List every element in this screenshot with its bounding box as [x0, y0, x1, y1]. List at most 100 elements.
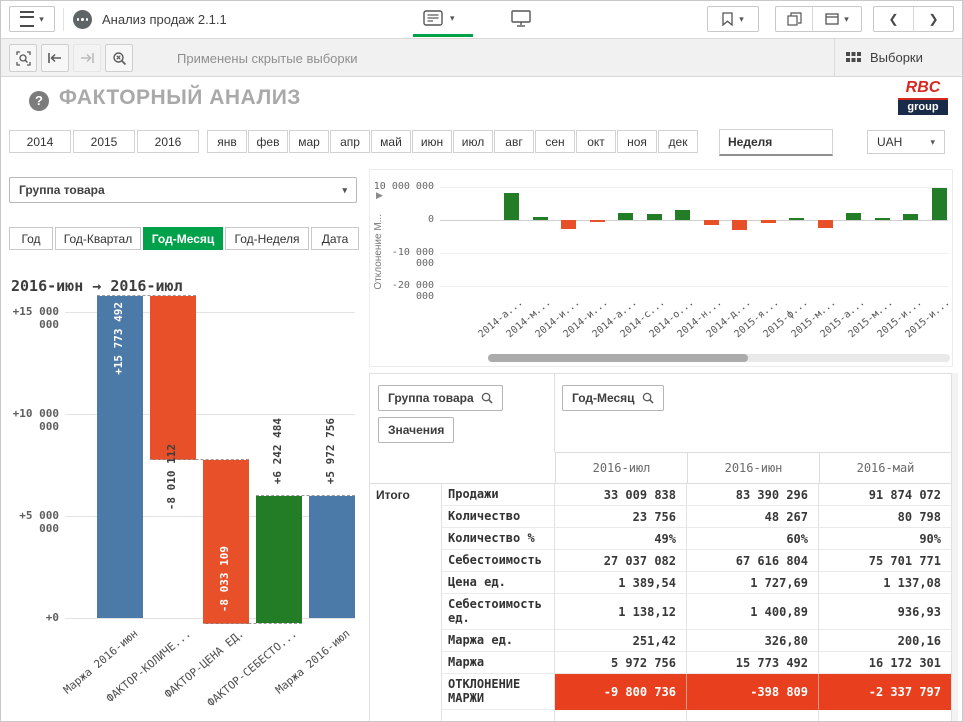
value-cell[interactable]: 1 400,89	[687, 594, 819, 630]
value-cell[interactable]: 33 009 838	[555, 484, 687, 506]
tab-дата[interactable]: Дата	[311, 227, 359, 250]
month-button[interactable]: фев	[248, 130, 288, 153]
step-forward-button[interactable]	[73, 44, 101, 72]
deviation-bar[interactable]	[675, 210, 690, 220]
value-cell[interactable]: 1 138,12	[555, 594, 687, 630]
column-header-cell[interactable]: 2016-июн	[687, 452, 819, 483]
menu-button[interactable]: ▾	[9, 6, 55, 32]
month-button[interactable]: апр	[330, 130, 370, 153]
waterfall-bar[interactable]	[309, 496, 355, 618]
value-cell[interactable]: 27 037 082	[555, 550, 687, 572]
presentation-button[interactable]	[511, 10, 531, 27]
month-button[interactable]: мар	[289, 130, 329, 153]
month-button[interactable]: авг	[494, 130, 534, 153]
year-button[interactable]: 2016	[137, 130, 199, 153]
chart-scrollbar-thumb[interactable]	[488, 354, 748, 362]
waterfall-bar[interactable]	[150, 296, 196, 459]
value-cell[interactable]	[555, 710, 687, 722]
product-group-dropdown[interactable]: Группа товара ▾	[9, 177, 357, 203]
clear-selections-button[interactable]	[105, 44, 133, 72]
value-cell[interactable]: 15 773 492	[687, 652, 819, 674]
value-cell[interactable]: 936,93	[819, 594, 951, 630]
measure-name-cell[interactable]: Цена ед.	[442, 572, 555, 594]
sheet-selector-button[interactable]: ▾	[423, 10, 455, 26]
next-sheet-button[interactable]: ❯	[913, 7, 953, 31]
tab-год-месяц[interactable]: Год-Месяц	[143, 227, 223, 250]
value-cell[interactable]: 90%	[819, 528, 951, 550]
measure-name-cell[interactable]: Себестоимость ед.	[442, 594, 555, 630]
window-options-button[interactable]: ▾	[812, 7, 861, 31]
waterfall-bar[interactable]	[256, 496, 302, 623]
value-cell[interactable]: -398 809	[687, 674, 819, 710]
value-cell[interactable]: 16 172 301	[819, 652, 951, 674]
deviation-bar[interactable]	[732, 220, 747, 230]
deviation-bar[interactable]	[761, 220, 776, 223]
value-cell[interactable]: 91 874 072	[819, 484, 951, 506]
deviation-bar[interactable]	[704, 220, 719, 225]
currency-dropdown[interactable]: UAH ▾	[867, 130, 945, 154]
bookmark-button[interactable]: ▾	[707, 6, 759, 32]
help-icon[interactable]: ?	[29, 91, 49, 111]
value-cell[interactable]: 1 727,69	[687, 572, 819, 594]
value-cell[interactable]	[687, 710, 819, 722]
deviation-bar[interactable]	[647, 214, 662, 220]
value-cell[interactable]: 49%	[555, 528, 687, 550]
deviation-bar[interactable]	[846, 213, 861, 220]
column-dimension-button[interactable]: Год-Месяц	[562, 385, 664, 411]
values-button[interactable]: Значения	[378, 417, 454, 443]
value-cell[interactable]: -9 800 736	[555, 674, 687, 710]
year-button[interactable]: 2014	[9, 130, 71, 153]
deviation-bar[interactable]	[903, 214, 918, 220]
tab-год[interactable]: Год	[9, 227, 53, 250]
value-cell[interactable]: 83 390 296	[687, 484, 819, 506]
value-cell[interactable]: 200,16	[819, 630, 951, 652]
value-cell[interactable]: 60%	[687, 528, 819, 550]
month-button[interactable]: май	[371, 130, 411, 153]
measure-name-cell[interactable]: Себестоимость	[442, 550, 555, 572]
month-button[interactable]: июл	[453, 130, 493, 153]
deviation-bar[interactable]	[818, 220, 833, 228]
selections-panel-button[interactable]: Выборки	[846, 39, 923, 76]
column-header-cell[interactable]: 2016-июл	[555, 452, 687, 483]
value-cell[interactable]: 23 756	[555, 506, 687, 528]
month-button[interactable]: дек	[658, 130, 698, 153]
column-header-cell[interactable]: 2016-май	[819, 452, 951, 483]
measure-name-cell[interactable]: Продажи	[442, 484, 555, 506]
measure-name-cell[interactable]: Количество %	[442, 528, 555, 550]
value-cell[interactable]: 75 701 771	[819, 550, 951, 572]
deviation-bar[interactable]	[789, 218, 804, 220]
value-cell[interactable]: 48 267	[687, 506, 819, 528]
week-listbox[interactable]: Неделя	[719, 129, 833, 156]
value-cell[interactable]: 5 972 756	[555, 652, 687, 674]
year-button[interactable]: 2015	[73, 130, 135, 153]
month-button[interactable]: окт	[576, 130, 616, 153]
deviation-bar[interactable]	[618, 213, 633, 220]
row-dimension-button[interactable]: Группа товара	[378, 385, 503, 411]
month-button[interactable]: сен	[535, 130, 575, 153]
value-cell[interactable]: 1 137,08	[819, 572, 951, 594]
tab-год-квартал[interactable]: Год-Квартал	[55, 227, 141, 250]
tab-год-неделя[interactable]: Год-Неделя	[225, 227, 309, 250]
month-button[interactable]: ноя	[617, 130, 657, 153]
value-cell[interactable]: -2 337 797	[819, 674, 951, 710]
measure-name-cell[interactable]: Маржа	[442, 652, 555, 674]
deviation-bar[interactable]	[504, 193, 519, 220]
app-info-icon[interactable]	[73, 10, 92, 29]
deviation-bar[interactable]	[932, 188, 947, 220]
step-back-button[interactable]	[41, 44, 69, 72]
smart-search-button[interactable]	[9, 44, 37, 72]
duplicate-window-button[interactable]	[776, 7, 812, 31]
value-cell[interactable]: 1 389,54	[555, 572, 687, 594]
value-cell[interactable]: 67 616 804	[687, 550, 819, 572]
month-button[interactable]: июн	[412, 130, 452, 153]
measure-name-cell[interactable]: ОТКЛОНЕНИЕ МАРЖИ	[442, 674, 555, 710]
measure-name-cell[interactable]: Маржа ед.	[442, 630, 555, 652]
month-button[interactable]: янв	[207, 130, 247, 153]
deviation-bar[interactable]	[875, 218, 890, 220]
previous-sheet-button[interactable]: ❮	[874, 7, 913, 31]
value-cell[interactable]: 326,80	[687, 630, 819, 652]
deviation-bar[interactable]	[561, 220, 576, 229]
value-cell[interactable]: 80 798	[819, 506, 951, 528]
pivot-scrollbar[interactable]	[952, 373, 958, 722]
measure-name-cell[interactable]: Количество	[442, 506, 555, 528]
